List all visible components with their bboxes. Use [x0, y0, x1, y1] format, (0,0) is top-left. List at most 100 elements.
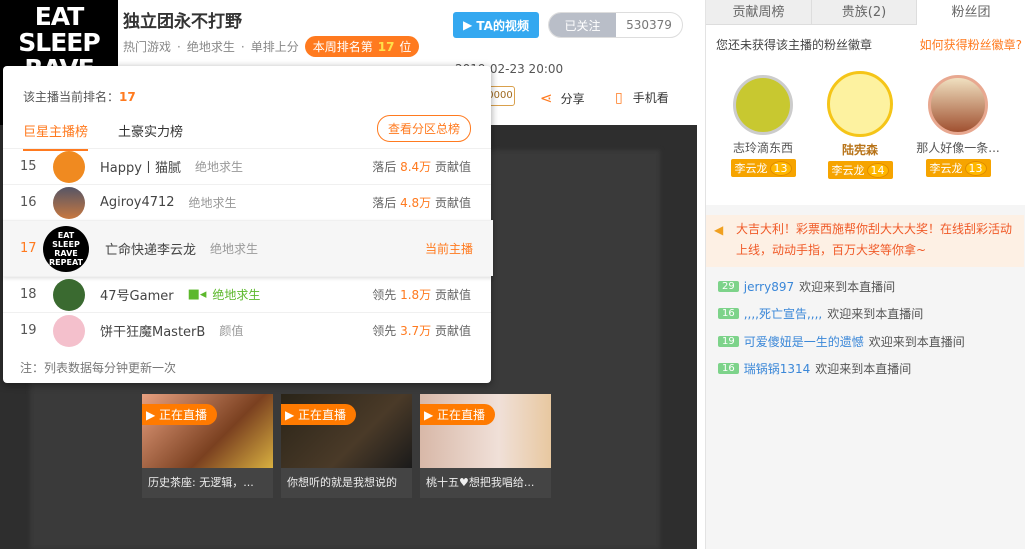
streamer-name: Happy丨猫腻 — [100, 161, 181, 176]
follower-count: 530379 — [626, 18, 672, 32]
fan-item[interactable]: 陆宪森李云龙 14 — [810, 71, 910, 179]
avatar — [733, 75, 793, 135]
ta-video-button[interactable]: ▶ TA的视频 — [453, 12, 539, 38]
gap-value: 领先 3.7万 贡献值 — [372, 324, 471, 338]
fan-item[interactable]: 那人好像一条... 李云龙 13 — [908, 75, 1008, 177]
announcement[interactable]: ◀ 大吉大利！彩票西施帮你刮大大大奖！在线刮彩活动上线，动动手指，百万大奖等你拿~ — [706, 215, 1024, 267]
category: 颜值 — [219, 324, 244, 338]
rank-row[interactable]: 19 饼干狂魔MasterB 颜值 领先 3.7万 贡献值 — [3, 312, 491, 348]
chat-text: 欢迎来到本直播间 — [815, 362, 912, 376]
phone-icon: ▯ — [615, 89, 623, 106]
recommend-card[interactable]: ▶ 正在直播桃十五♥想把我唱给... — [420, 394, 551, 498]
gap-value: 落后 8.4万 贡献值 — [372, 160, 471, 174]
chat-text: 欢迎来到本直播间 — [868, 335, 965, 349]
live-badge: ▶ 正在直播 — [281, 404, 357, 425]
tag-link[interactable]: 绝地求生 — [187, 38, 235, 55]
rank-row[interactable]: 15 Happy丨猫腻 绝地求生 落后 8.4万 贡献值 — [3, 148, 491, 184]
rank-number: 16 — [20, 195, 37, 210]
fan-item[interactable]: 志玲滴东西李云龙 13 — [713, 75, 813, 177]
rank-suffix: 位 — [399, 40, 412, 54]
recommend-caption: 你想听的就是我想说的 — [287, 476, 397, 489]
fan-badge-help-link[interactable]: 如何获得粉丝徽章? — [920, 36, 1022, 53]
chat-user[interactable]: ,,,,死亡宣告,,,, — [744, 305, 823, 322]
rank-popup: 该主播当前排名：17 巨星主播榜 土豪实力榜 查看分区总榜 15 Happy丨猫腻… — [3, 66, 493, 383]
tab-fan-club[interactable]: 粉丝团 — [917, 0, 1025, 25]
avatar — [827, 71, 893, 137]
update-note: 注：列表数据每分钟更新一次 — [20, 361, 177, 375]
rank-value: 17 — [377, 40, 395, 54]
tab-contribution-weekly[interactable]: 贡献周榜 — [706, 0, 812, 25]
follow-button[interactable]: 已关注 530379 — [548, 12, 683, 38]
tag-link[interactable]: 单排上分 — [251, 38, 299, 55]
chat-user[interactable]: 可爱傻妞是一生的遗憾 — [744, 333, 864, 350]
fan-badge: 李云龙 13 — [925, 159, 991, 177]
category: 绝地求生 — [212, 288, 261, 302]
level-badge: 16 — [718, 363, 739, 374]
chat-user[interactable]: jerry897 — [744, 280, 794, 294]
current-streamer-label: 当前主播 — [424, 242, 473, 256]
weekly-rank-badge[interactable]: 本周排名第 17 位 — [304, 36, 420, 57]
gap-value: 落后 4.8万 贡献值 — [372, 196, 471, 210]
chat-message: 16 瑞锅锅1314 欢迎来到本直播间 — [718, 360, 911, 377]
chat-message: 19 可爱傻妞是一生的遗憾 欢迎来到本直播间 — [718, 333, 965, 350]
category: 绝地求生 — [188, 196, 237, 210]
ta-video-label: TA的视频 — [476, 18, 529, 33]
megaphone-icon: ◀ — [714, 223, 724, 237]
recommend-caption: 历史茶座: 无逻辑，... — [148, 476, 254, 489]
fan-name: 陆宪森 — [841, 143, 878, 157]
avatar — [928, 75, 988, 135]
fan-badge: 李云龙 13 — [730, 159, 796, 177]
chat-message: 16 ,,,,死亡宣告,,,, 欢迎来到本直播间 — [718, 305, 923, 322]
level-badge: 16 — [718, 308, 739, 319]
tab-nobles[interactable]: 贵族(2) — [812, 0, 917, 25]
avatar — [53, 150, 85, 183]
recommend-card[interactable]: ▶ 正在直播你想听的就是我想说的 — [281, 394, 412, 498]
tag-link[interactable]: 热门游戏 — [123, 38, 171, 55]
rank-number: 18 — [20, 287, 37, 302]
rank-prefix: 本周排名第 — [312, 40, 373, 54]
rank-row[interactable]: 18 47号Gamer ■◂ 绝地求生 领先 1.8万 贡献值 — [3, 276, 491, 312]
category: 绝地求生 — [194, 160, 243, 174]
live-badge: ▶ 正在直播 — [142, 404, 218, 425]
rank-row-current[interactable]: 17 EAT SLEEP RAVE REPEAT 亡命快递李云龙 绝地求生 当前主播 — [3, 220, 493, 276]
current-rank: 该主播当前排名：17 — [23, 90, 136, 104]
rank-number: 17 — [20, 241, 37, 256]
chat-user[interactable]: 瑞锅锅1314 — [744, 360, 811, 377]
streamer-name: 饼干狂魔MasterB — [100, 325, 206, 340]
rank-row[interactable]: 16 Agiroy4712 绝地求生 落后 4.8万 贡献值 — [3, 184, 491, 220]
avatar: EAT SLEEP RAVE REPEAT — [43, 225, 89, 272]
fan-name: 志玲滴东西 — [732, 141, 793, 155]
room-tags: 热门游戏 · 绝地求生 · 单排上分 本周排名第 17 位 — [123, 36, 420, 57]
tab-rich-power[interactable]: 土豪实力榜 — [118, 121, 183, 140]
tab-giant-streamer[interactable]: 巨星主播榜 — [23, 121, 89, 151]
avatar — [53, 186, 85, 219]
live-camera-icon: ■◂ — [187, 287, 207, 302]
chat-message: 29 jerry897 欢迎来到本直播间 — [718, 278, 895, 295]
level-badge: 29 — [718, 281, 739, 292]
recommend-caption: 桃十五♥想把我唱给... — [426, 476, 535, 489]
recommend-card[interactable]: ▶ 正在直播历史茶座: 无逻辑，... — [142, 394, 273, 498]
share-button[interactable]: ⋖ 分享 — [540, 89, 585, 107]
streamer-name: 亡命快递李云龙 — [105, 243, 197, 258]
mobile-watch-button[interactable]: ▯ 手机看 — [615, 89, 669, 106]
follow-label: 已关注 — [549, 13, 616, 37]
fan-badge: 李云龙 14 — [827, 161, 893, 179]
mobile-label: 手机看 — [632, 91, 669, 105]
view-all-button[interactable]: 查看分区总榜 — [376, 115, 471, 142]
rank-number: 15 — [20, 159, 37, 174]
gap-value: 领先 1.8万 贡献值 — [372, 288, 471, 302]
share-label: 分享 — [560, 91, 585, 106]
right-panel: 贡献周榜 贵族(2) 粉丝团 您还未获得该主播的粉丝徽章 如何获得粉丝徽章? 志… — [705, 0, 1025, 549]
announcement-text: 大吉大利！彩票西施帮你刮大大大奖！在线刮彩活动上线，动动手指，百万大奖等你拿~ — [736, 222, 1013, 257]
share-icon: ⋖ — [540, 89, 553, 107]
room-title: 独立团永不打野 — [123, 12, 242, 32]
fan-name: 那人好像一条... — [916, 141, 1000, 155]
avatar — [53, 278, 85, 311]
video-icon: ▶ — [463, 18, 477, 32]
streamer-name: Agiroy4712 — [100, 195, 175, 210]
avatar — [53, 314, 85, 347]
level-badge: 19 — [718, 336, 739, 347]
live-badge: ▶ 正在直播 — [420, 404, 496, 425]
chat-text: 欢迎来到本直播间 — [827, 307, 924, 321]
category: 绝地求生 — [210, 242, 259, 256]
